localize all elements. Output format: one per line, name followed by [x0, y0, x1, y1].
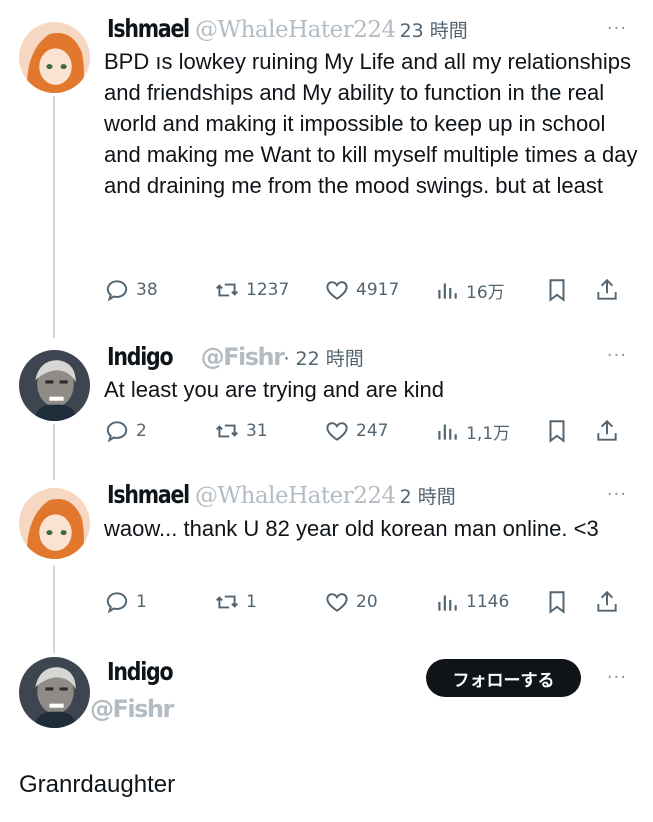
reply-button[interactable]: 2	[104, 418, 147, 444]
views-icon	[438, 595, 457, 611]
like-count: 20	[356, 592, 378, 612]
share-icon	[597, 590, 617, 612]
avatar[interactable]	[19, 488, 90, 559]
avatar[interactable]	[19, 350, 90, 421]
view-count: 16万	[466, 282, 505, 303]
timestamp[interactable]: · 22 時間	[283, 344, 363, 371]
heart-icon	[326, 593, 348, 612]
share-icon	[597, 278, 617, 300]
views-icon	[438, 283, 457, 299]
elderly-man-avatar-icon	[19, 350, 90, 421]
like-count: 247	[356, 421, 389, 441]
user-handle[interactable]: @Fishr	[201, 343, 285, 371]
views-button[interactable]: 1,1万	[434, 418, 510, 444]
view-count: 1146	[466, 592, 510, 612]
display-name[interactable]: Indigo	[107, 342, 174, 371]
share-icon	[597, 419, 617, 441]
repost-button[interactable]: 1237	[214, 277, 289, 303]
post-text: At least you are trying and are kind	[104, 377, 444, 402]
thread-line	[53, 424, 55, 480]
reply-count: 38	[136, 280, 158, 300]
views-icon	[438, 424, 457, 440]
avatar[interactable]	[19, 657, 90, 728]
reply-button[interactable]: 1	[104, 589, 147, 615]
reply-button[interactable]: 38	[104, 277, 158, 303]
bookmark-icon	[549, 279, 565, 302]
user-handle[interactable]: @WhaleHater224	[195, 17, 396, 43]
repost-icon	[216, 595, 238, 609]
reply-count: 1	[136, 592, 147, 612]
follow-button[interactable]: フォローする	[426, 659, 581, 697]
elderly-man-avatar-icon	[19, 657, 90, 728]
bookmark-button[interactable]	[544, 418, 576, 444]
timestamp[interactable]: 2 時間	[400, 482, 456, 509]
display-name[interactable]: Ishmael	[107, 14, 190, 43]
repost-icon	[216, 283, 238, 297]
reply-count: 2	[136, 421, 147, 441]
more-options-icon[interactable]: ···	[607, 484, 627, 505]
post-text: waow... thank U 82 year old korean man o…	[104, 516, 599, 541]
repost-button[interactable]: 31	[214, 418, 268, 444]
heart-icon	[326, 281, 348, 300]
like-button[interactable]: 247	[324, 418, 388, 444]
views-button[interactable]: 1146	[434, 589, 509, 615]
thread-line	[53, 96, 55, 338]
bookmark-icon	[549, 420, 565, 443]
more-options-icon[interactable]: ···	[607, 667, 627, 688]
like-button[interactable]: 20	[324, 589, 378, 615]
like-count: 4917	[356, 280, 400, 300]
anime-avatar-icon	[19, 488, 90, 559]
reply-icon	[106, 592, 128, 614]
repost-count: 1	[246, 592, 257, 612]
share-button[interactable]	[594, 589, 626, 615]
like-button[interactable]: 4917	[324, 277, 399, 303]
user-handle[interactable]: @WhaleHater224	[195, 483, 396, 509]
view-count: 1,1万	[466, 423, 511, 444]
thread-line	[53, 565, 55, 653]
post-text: Granrdaughter	[19, 771, 176, 798]
avatar[interactable]	[19, 22, 90, 93]
action-bar: 2 31 247 1,1万	[104, 418, 629, 448]
anime-avatar-icon	[19, 22, 90, 93]
views-button[interactable]: 16万	[434, 277, 505, 303]
share-button[interactable]	[594, 418, 626, 444]
repost-count: 31	[246, 421, 268, 441]
user-handle[interactable]: @Fishr	[90, 695, 174, 723]
bookmark-icon	[549, 591, 565, 614]
display-name[interactable]: Indigo	[107, 657, 174, 686]
action-bar: 1 1 20 1146	[104, 589, 629, 619]
repost-button[interactable]: 1	[214, 589, 257, 615]
repost-count: 1237	[246, 280, 290, 300]
more-options-icon[interactable]: ···	[607, 18, 627, 39]
heart-icon	[326, 422, 348, 441]
more-options-icon[interactable]: ···	[607, 345, 627, 366]
post-text: BPD ıs lowkey ruining My Life and all my…	[104, 49, 638, 198]
display-name[interactable]: Ishmael	[107, 480, 190, 509]
share-button[interactable]	[594, 277, 626, 303]
reply-icon	[106, 280, 128, 302]
repost-icon	[216, 424, 238, 438]
bookmark-button[interactable]	[544, 589, 576, 615]
action-bar: 38 1237 4917 16万	[104, 277, 629, 307]
reply-icon	[106, 421, 128, 443]
timestamp[interactable]: 23 時間	[400, 16, 468, 43]
bookmark-button[interactable]	[544, 277, 576, 303]
